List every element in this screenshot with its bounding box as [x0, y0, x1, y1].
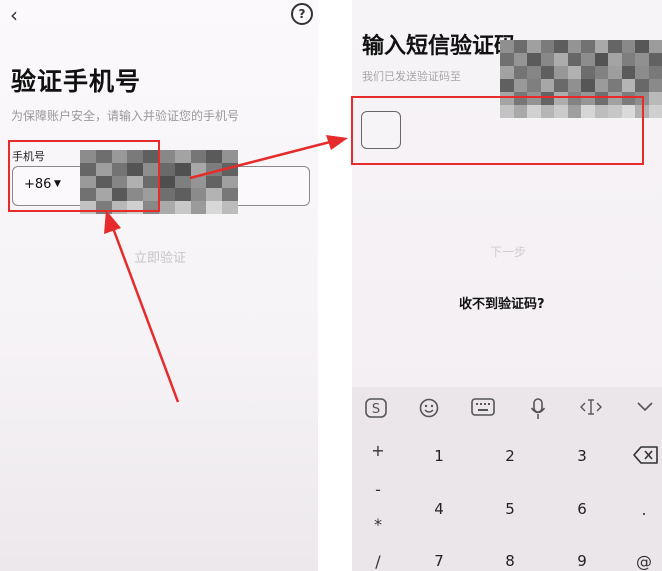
key-4[interactable]: 4 [424, 500, 454, 518]
sogou-logo-icon[interactable]: S [361, 398, 391, 422]
cursor-move-icon[interactable] [576, 398, 606, 420]
key-1[interactable]: 1 [424, 447, 454, 465]
page-title: 验证手机号 [11, 67, 142, 96]
emoji-icon[interactable] [414, 398, 444, 422]
annotation-highlight-code [351, 96, 644, 165]
key-8[interactable]: 8 [495, 552, 525, 570]
key-9[interactable]: 9 [567, 552, 597, 570]
key-slash[interactable]: / [368, 552, 388, 571]
no-code-link[interactable]: 收不到验证码? [459, 293, 545, 312]
key-dot[interactable]: . [634, 500, 654, 519]
svg-text:S: S [372, 402, 380, 417]
verify-now-button[interactable]: 立即验证 [134, 247, 186, 266]
key-asterisk[interactable]: * [368, 515, 388, 534]
next-step-button[interactable]: 下一步 [490, 243, 526, 260]
key-7[interactable]: 7 [424, 552, 454, 570]
key-at[interactable]: @ [634, 552, 654, 571]
panel-divider [318, 0, 352, 571]
sms-subtitle: 我们已发送验证码至 [362, 70, 461, 83]
key-plus[interactable]: + [368, 441, 388, 460]
annotation-highlight-phone [8, 140, 160, 212]
page-subtitle: 为保障账户安全，请输入并验证您的手机号 [11, 109, 240, 123]
back-icon[interactable]: ‹ [10, 3, 18, 27]
backspace-icon[interactable] [633, 446, 659, 468]
help-icon[interactable]: ? [291, 3, 313, 25]
sms-title: 输入短信验证码 [362, 34, 517, 59]
key-5[interactable]: 5 [495, 500, 525, 518]
keyboard-icon[interactable] [468, 398, 498, 420]
numeric-keyboard [352, 387, 662, 571]
key-6[interactable]: 6 [567, 500, 597, 518]
key-2[interactable]: 2 [495, 447, 525, 465]
microphone-icon[interactable] [523, 398, 553, 424]
key-minus[interactable]: - [368, 480, 388, 499]
key-3[interactable]: 3 [567, 447, 597, 465]
chevron-down-icon[interactable] [630, 398, 660, 416]
